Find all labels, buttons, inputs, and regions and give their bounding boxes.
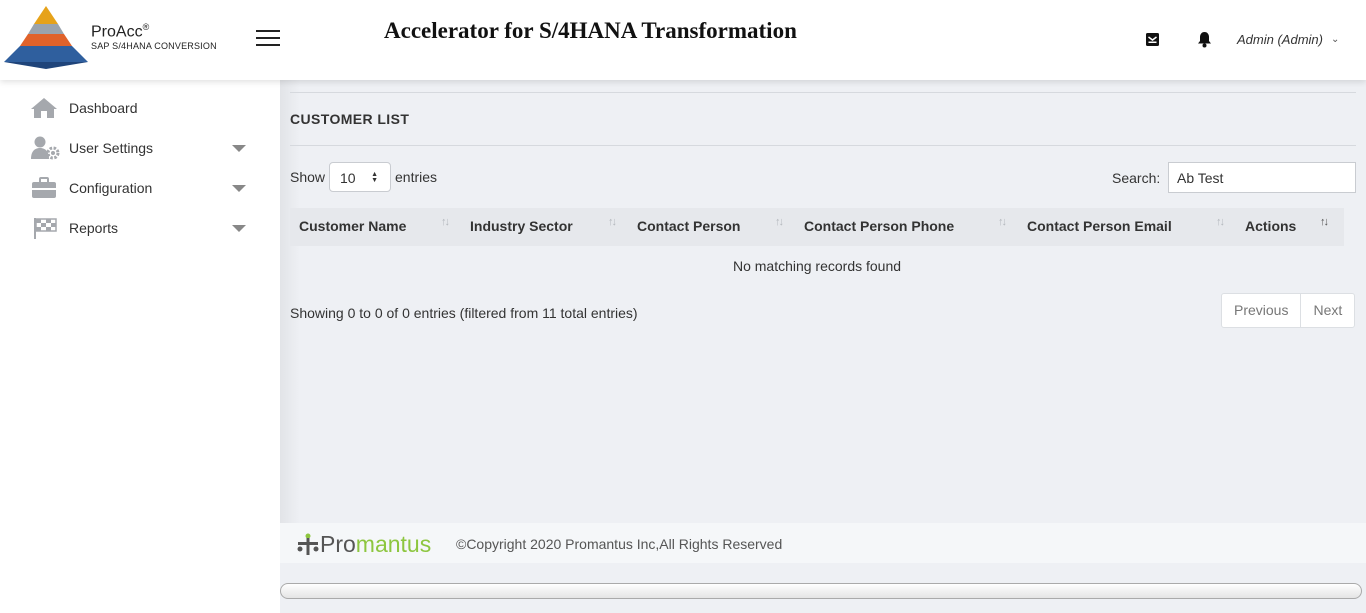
footer-logo-text-accent: mantus (355, 530, 432, 557)
brand-subtitle: SAP S/4HANA CONVERSION (91, 41, 217, 51)
sidebar-shadow (280, 80, 300, 523)
sidebar-item-label: Configuration (69, 180, 153, 196)
promantus-logo: Pro mantus (296, 531, 431, 557)
column-header-contact-person[interactable]: Contact Person ↑↓ (628, 208, 795, 246)
pagination: Previous Next (1221, 293, 1356, 328)
sort-icon: ↑↓ (608, 216, 617, 228)
sort-icon: ↑↓ (998, 216, 1007, 228)
home-icon (30, 95, 60, 121)
menu-icon[interactable] (256, 30, 280, 46)
sort-icon: ↑↓ (775, 216, 784, 228)
sidebar-item-dashboard[interactable]: Dashboard (30, 92, 250, 124)
sidebar-item-label: User Settings (69, 140, 154, 156)
search-label: Search: (1112, 170, 1161, 186)
top-header: ProAcc® SAP S/4HANA CONVERSION Accelerat… (0, 0, 1366, 80)
sort-icon: ↑↓ (1320, 216, 1329, 228)
entries-select[interactable]: 10 ▲ ▼ (329, 162, 391, 192)
section-title: CUSTOMER LIST (290, 111, 410, 127)
divider (290, 92, 1356, 93)
entries-select-value: 10 (340, 170, 356, 186)
entries-label: entries (395, 169, 438, 185)
sidebar-item-label: Reports (69, 220, 119, 236)
customer-table: Customer Name ↑↓ Industry Sector ↑↓ Cont… (290, 208, 1344, 246)
checkered-flag-icon (30, 215, 60, 241)
user-gear-icon (30, 135, 60, 161)
footer-logo-text: Pro (320, 530, 356, 557)
chevron-down-icon: ⌄ (1330, 34, 1340, 45)
bell-icon[interactable] (1197, 31, 1212, 48)
sort-icon: ↑↓ (441, 216, 450, 228)
caret-down-icon (232, 185, 246, 192)
copyright-text: ©Copyright 2020 Promantus Inc,All Rights… (456, 536, 783, 552)
promantus-mark-icon (297, 533, 319, 555)
sidebar-item-configuration[interactable]: Configuration (30, 172, 250, 204)
sidebar-item-label: Dashboard (69, 100, 138, 116)
sidebar: Dashboard User Settings Configuration Re… (0, 80, 280, 613)
mail-icon[interactable] (1145, 32, 1160, 47)
sort-icon: ↑↓ (1216, 216, 1225, 228)
table-header: Customer Name ↑↓ Industry Sector ↑↓ Cont… (290, 208, 1344, 246)
show-label: Show (290, 169, 326, 185)
table-info: Showing 0 to 0 of 0 entries (filtered fr… (290, 305, 638, 321)
proacc-logo[interactable] (4, 6, 88, 70)
previous-button[interactable]: Previous (1222, 294, 1300, 327)
briefcase-icon (30, 175, 60, 201)
footer: Pro mantus ©Copyright 2020 Promantus Inc,… (280, 523, 1366, 563)
next-button[interactable]: Next (1300, 294, 1354, 327)
column-header-industry-sector[interactable]: Industry Sector ↑↓ (461, 208, 628, 246)
column-header-contact-email[interactable]: Contact Person Email ↑↓ (1018, 208, 1236, 246)
column-header-customer-name[interactable]: Customer Name ↑↓ (290, 208, 461, 246)
sidebar-item-user-settings[interactable]: User Settings (30, 132, 250, 164)
brand-name: ProAcc® (91, 22, 150, 41)
user-name: Admin (Admin) (1237, 32, 1323, 47)
sidebar-item-reports[interactable]: Reports (30, 212, 250, 244)
page-title: Accelerator for S/4HANA Transformation (384, 18, 797, 43)
horizontal-scrollbar[interactable] (280, 583, 1362, 599)
caret-down-icon (232, 145, 246, 152)
divider (290, 145, 1356, 146)
main-content: CUSTOMER LIST Show 10 ▲ ▼ entries Search:… (280, 80, 1366, 613)
search-input[interactable] (1168, 162, 1356, 193)
caret-down-icon (232, 225, 246, 232)
user-menu[interactable]: Admin (Admin) ⌄ (1237, 32, 1339, 47)
column-header-actions[interactable]: Actions ↑↓ (1236, 208, 1344, 246)
empty-table-message: No matching records found (732, 258, 902, 274)
column-header-contact-phone[interactable]: Contact Person Phone ↑↓ (795, 208, 1018, 246)
sort-arrows-icon: ▲ ▼ (371, 171, 378, 184)
